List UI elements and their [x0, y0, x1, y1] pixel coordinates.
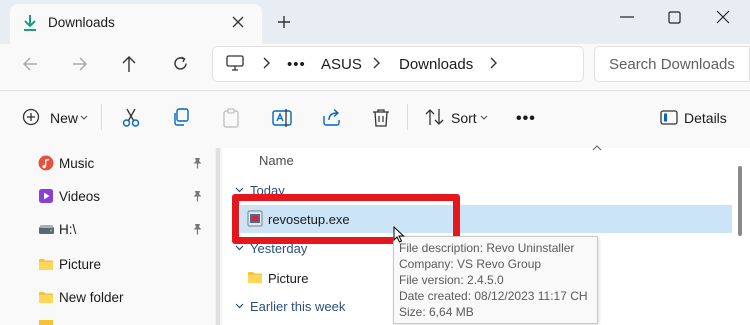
tooltip-size: Size: 6,64 MB [399, 305, 474, 319]
chevron-right-icon[interactable] [262, 57, 270, 69]
tab-title: Downloads [48, 15, 115, 30]
sidebar-item-picture[interactable]: Picture [59, 257, 101, 272]
toolbar-separator [101, 104, 102, 130]
folder-icon [38, 257, 54, 271]
search-input[interactable]: Search Downloads [609, 56, 735, 73]
chevron-right-icon[interactable] [372, 57, 380, 69]
chevron-down-icon[interactable] [480, 115, 488, 120]
close-tab-icon[interactable] [232, 16, 244, 28]
file-name-picture[interactable]: Picture [268, 271, 308, 286]
copy-icon[interactable] [172, 108, 190, 126]
folder-icon [247, 270, 263, 284]
column-header-name[interactable]: Name [259, 153, 294, 168]
toolbar-separator [407, 104, 408, 130]
pin-icon[interactable] [192, 157, 203, 169]
details-pane-icon[interactable] [660, 110, 678, 125]
close-window-icon[interactable] [716, 10, 730, 24]
sidebar-item-new-folder[interactable]: New folder [59, 290, 124, 305]
tooltip-description: File description: Revo Uninstaller [399, 241, 575, 255]
details-button[interactable]: Details [684, 110, 727, 126]
new-tab-plus-icon[interactable] [277, 15, 291, 29]
more-options-button[interactable]: ••• [516, 110, 536, 128]
minimize-icon[interactable] [620, 16, 634, 18]
new-button[interactable]: New [50, 110, 78, 126]
group-header-earlier-this-week[interactable]: Earlier this week [250, 299, 345, 314]
sort-ascending-icon [592, 145, 602, 151]
mouse-cursor-icon [393, 226, 405, 243]
sidebar-item-drive-h[interactable]: H:\ [59, 222, 76, 237]
tooltip-version: File version: 2.4.5.0 [399, 273, 504, 287]
pin-icon[interactable] [192, 223, 203, 235]
chevron-down-icon[interactable] [80, 115, 88, 120]
chevron-down-icon[interactable] [235, 303, 244, 309]
sidebar-item-music[interactable]: Music [59, 156, 94, 171]
cut-icon[interactable] [122, 108, 140, 128]
folder-icon [38, 320, 54, 325]
file-tooltip: File description: Revo Uninstaller Compa… [393, 236, 598, 324]
vertical-scrollbar[interactable] [738, 166, 742, 236]
rename-icon[interactable] [272, 108, 292, 128]
download-icon [22, 14, 38, 32]
drive-icon [38, 224, 55, 235]
tooltip-company: Company: VS Revo Group [399, 257, 542, 271]
up-arrow-icon[interactable] [121, 55, 137, 73]
videos-icon [38, 188, 54, 204]
tooltip-date-created: Date created: 08/12/2023 11:17 CH [399, 289, 588, 303]
back-arrow-icon[interactable] [22, 56, 38, 72]
sort-button[interactable]: Sort [451, 110, 477, 126]
sidebar-item-videos[interactable]: Videos [59, 189, 100, 204]
folder-icon [38, 290, 54, 304]
chevron-right-icon[interactable] [489, 57, 497, 69]
breadcrumb-downloads[interactable]: Downloads [399, 56, 473, 73]
computer-icon[interactable] [226, 55, 244, 71]
refresh-icon[interactable] [172, 55, 189, 72]
breadcrumb-overflow[interactable]: ••• [287, 56, 306, 73]
share-icon[interactable] [322, 108, 342, 126]
chevron-down-icon[interactable] [235, 245, 244, 251]
music-icon [38, 155, 54, 171]
breadcrumb-asus[interactable]: ASUS [321, 56, 362, 73]
forward-arrow-icon[interactable] [72, 56, 88, 72]
maximize-icon[interactable] [668, 11, 681, 24]
plus-circle-icon[interactable] [22, 108, 40, 126]
pane-splitter[interactable] [216, 148, 220, 325]
paste-icon[interactable] [222, 108, 240, 128]
pin-icon[interactable] [192, 190, 203, 202]
delete-icon[interactable] [372, 108, 390, 128]
sort-icon[interactable] [425, 108, 445, 126]
chevron-down-icon[interactable] [235, 187, 244, 193]
